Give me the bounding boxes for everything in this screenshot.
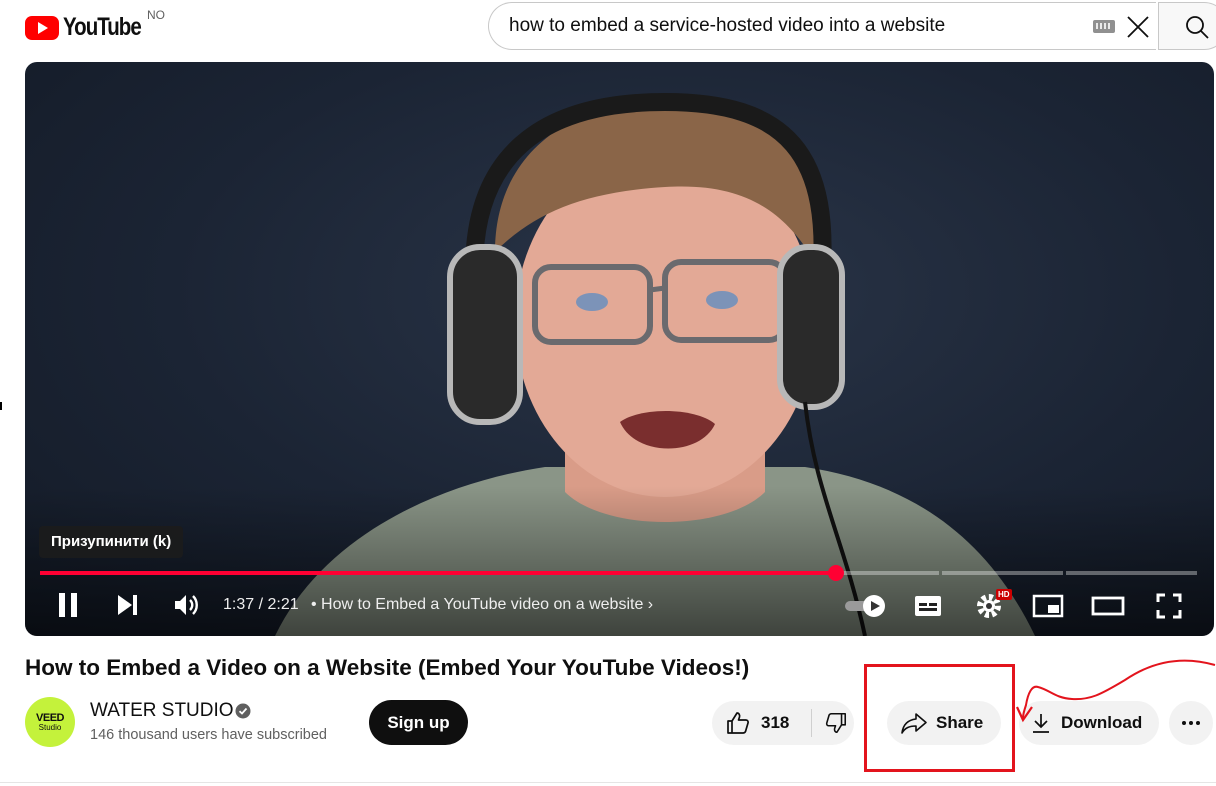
search-input[interactable] (509, 3, 1069, 49)
autoplay-toggle-icon[interactable] (843, 594, 889, 618)
youtube-logo[interactable]: YouTube (25, 13, 158, 42)
like-button[interactable]: 318 (712, 701, 811, 745)
theater-mode-icon[interactable] (1091, 594, 1125, 618)
bottom-divider (0, 782, 1216, 783)
avatar-text-line1: VEED (36, 711, 64, 724)
player-controls: 1:37 / 2:21 • How to Embed a YouTube vid… (25, 582, 1214, 632)
volume-icon[interactable] (171, 590, 201, 620)
subscriber-count: 146 thousand users have subscribed (90, 727, 327, 743)
chapter-segment (942, 571, 1063, 575)
pause-tooltip: Призупинити (k) (39, 526, 184, 558)
verified-check-icon (235, 703, 251, 719)
chapter-title[interactable]: • How to Embed a YouTube video on a webs… (311, 596, 653, 614)
fullscreen-icon[interactable] (1155, 592, 1183, 620)
video-title: How to Embed a Video on a Website (Embed… (25, 655, 750, 680)
annotation-arrow (1016, 659, 1216, 723)
keyboard-icon[interactable] (1093, 20, 1115, 33)
like-count: 318 (761, 713, 790, 732)
pause-icon[interactable] (55, 590, 83, 620)
edge-mark (0, 402, 2, 410)
annotation-highlight-box (864, 664, 1015, 772)
like-dislike-group: 318 (712, 701, 854, 745)
close-icon[interactable] (1126, 15, 1150, 39)
channel-avatar[interactable]: VEED Studio (25, 697, 75, 747)
dislike-button[interactable] (812, 701, 854, 745)
subtitles-icon[interactable] (913, 593, 943, 619)
scrubber-handle[interactable] (828, 565, 844, 581)
search-icon (1186, 16, 1209, 39)
region-code: NO (147, 8, 165, 22)
progress-played (40, 571, 836, 575)
thumbs-up-icon (727, 712, 749, 734)
subscribe-button[interactable]: Sign up (369, 700, 468, 745)
hd-badge: HD (996, 589, 1012, 600)
next-icon[interactable] (115, 590, 141, 620)
youtube-play-icon (25, 15, 59, 40)
chapter-segment (1066, 571, 1197, 575)
chapter-title-text: How to Embed a YouTube video on a websit… (321, 596, 644, 613)
search-button[interactable] (1158, 2, 1216, 50)
video-player[interactable]: Призупинити (k) 1:37 / 2:21 • How to Emb… (25, 62, 1214, 636)
progress-bar[interactable] (40, 565, 1197, 581)
logo-text: YouTube (63, 13, 142, 41)
thumbs-down-icon (825, 712, 847, 734)
channel-name[interactable]: WATER STUDIO (90, 700, 234, 722)
avatar-text-line2: Studio (38, 722, 62, 732)
search-box[interactable] (488, 2, 1156, 50)
miniplayer-icon[interactable] (1032, 594, 1064, 618)
time-display: 1:37 / 2:21 (223, 596, 299, 613)
